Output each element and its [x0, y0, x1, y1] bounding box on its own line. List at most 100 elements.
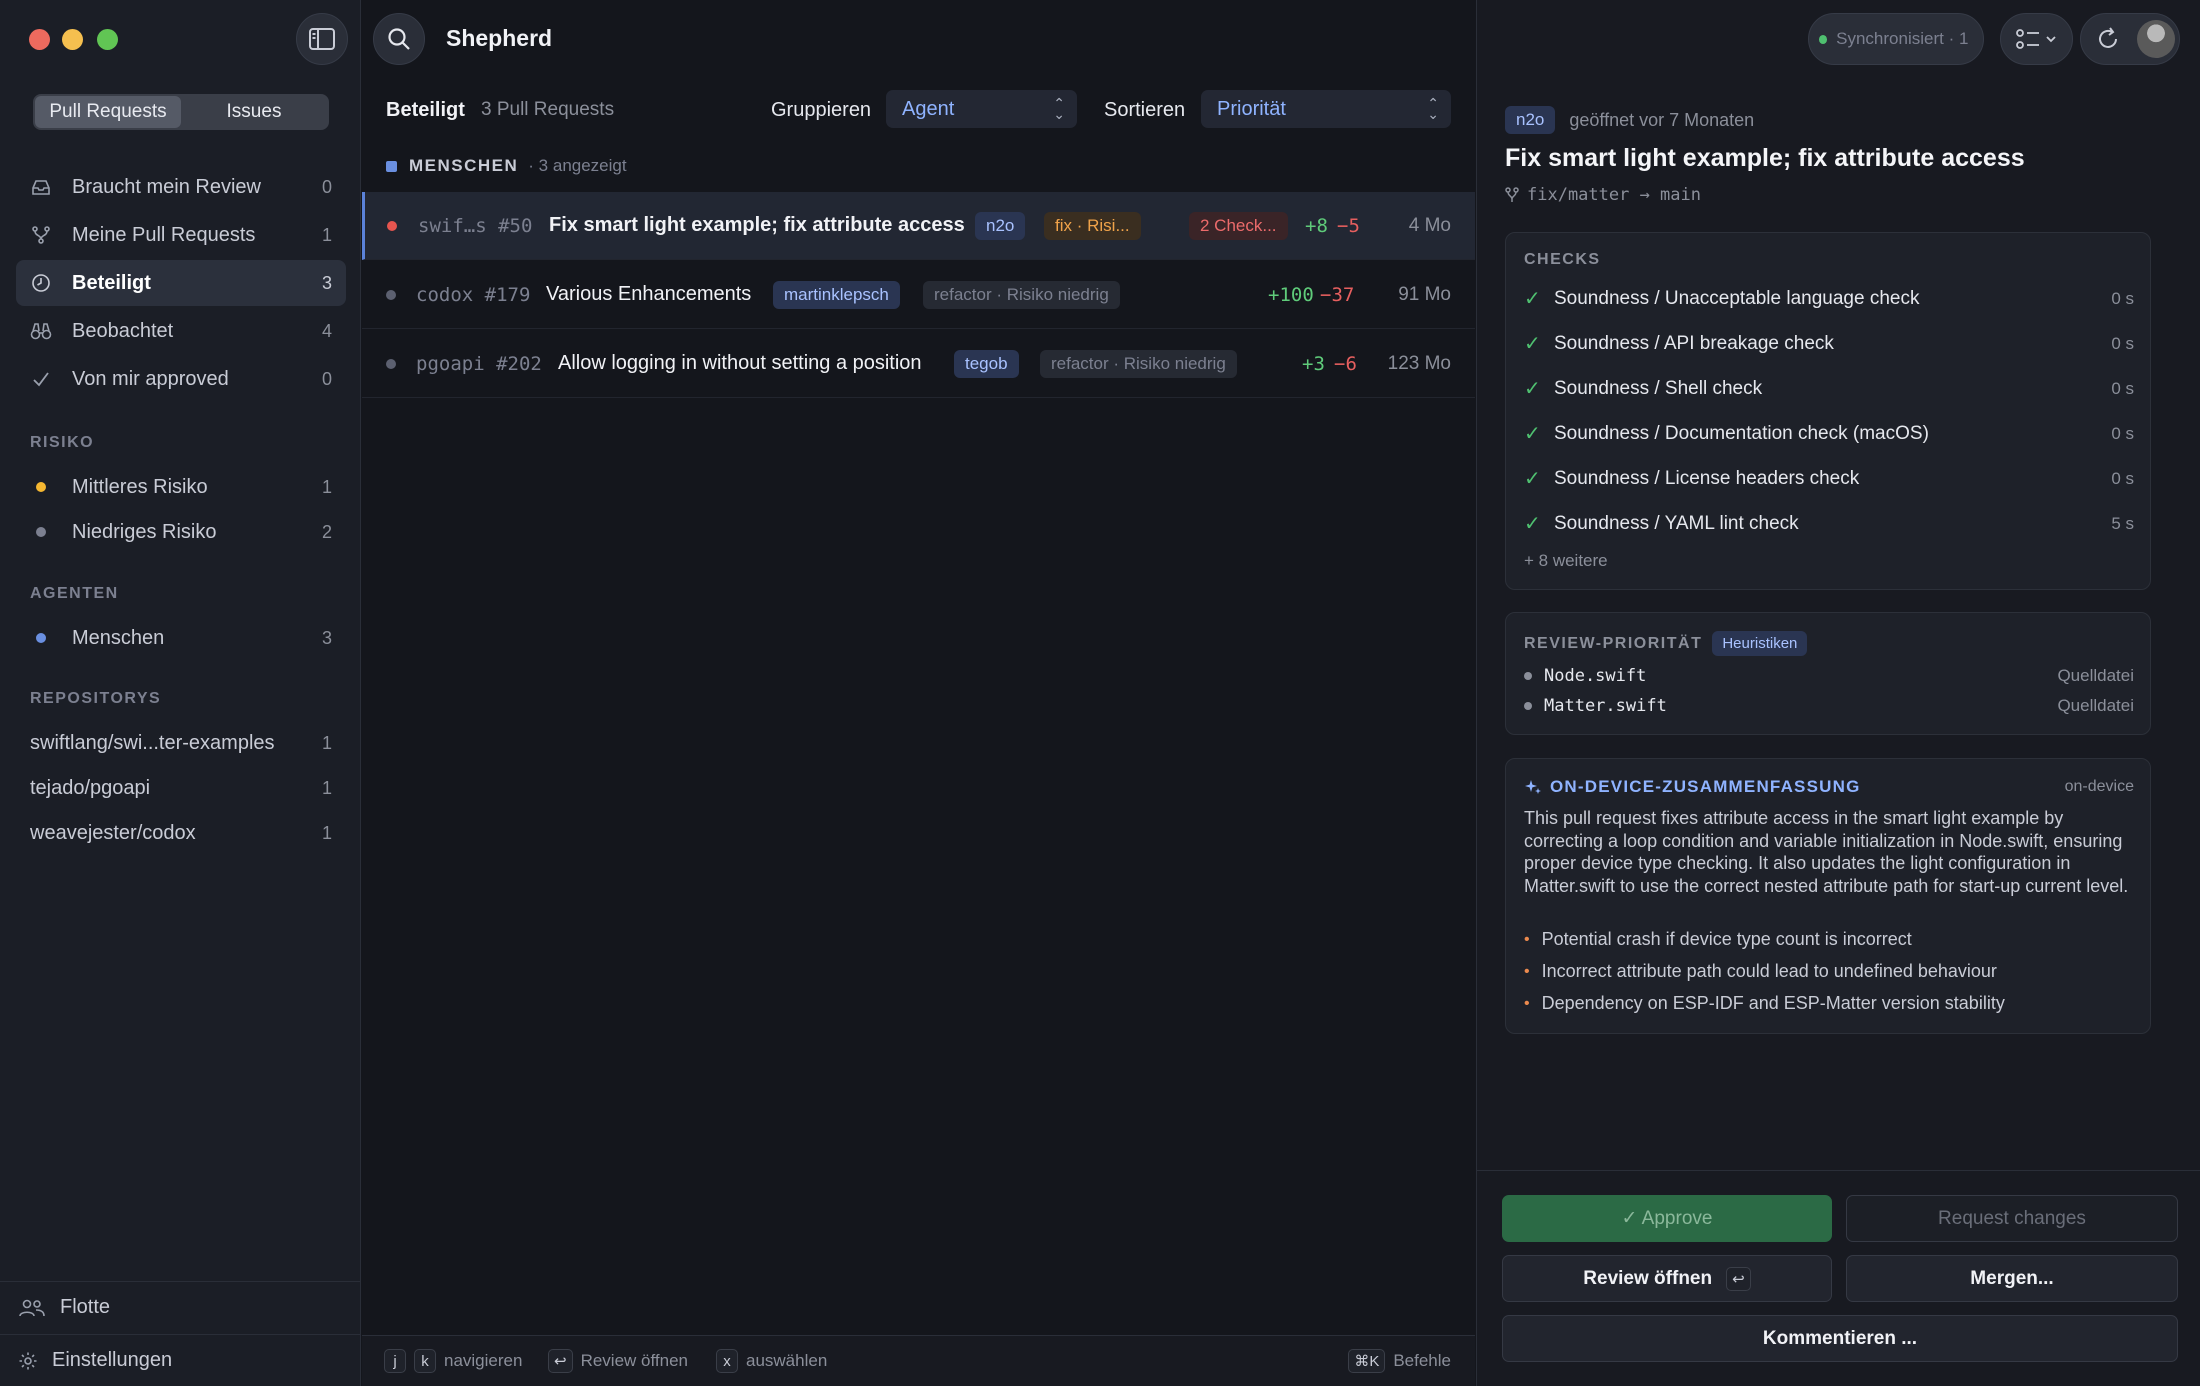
pull-request-list-pane: Shepherd Beteiligt 3 Pull Requests Grupp… — [362, 0, 1475, 1386]
sidebar-item-count: 0 — [321, 368, 332, 389]
hint-navigate: j k navigieren — [384, 1349, 522, 1373]
pr-age: 123 Mo — [1387, 352, 1451, 374]
kbd-k: k — [414, 1349, 436, 1373]
sidebar-item-count: 3 — [321, 272, 332, 293]
pull-request-row[interactable]: codox #179 Various Enhancements martinkl… — [362, 261, 1475, 329]
hint-select: x auswählen — [716, 1349, 827, 1373]
search-button[interactable] — [373, 13, 425, 65]
check-duration: 0 s — [2111, 333, 2134, 353]
sidebar-item-repo[interactable]: tejado/pgoapi 1 — [16, 765, 346, 811]
sidebar-item-label: tejado/pgoapi — [30, 776, 151, 799]
agent-dot-icon — [30, 627, 52, 649]
file-row[interactable]: Matter.swift Quelldatei — [1524, 696, 2134, 716]
bullet-icon — [1524, 672, 1532, 680]
check-pass-icon: ✓ — [1524, 378, 1541, 400]
pr-title: Allow logging in without setting a posit… — [558, 352, 922, 374]
sort-select[interactable]: Priorität ⌃ ⌄ — [1201, 90, 1451, 128]
checks-label: CHECKS — [1524, 251, 1601, 268]
sync-status-button[interactable]: Synchronisiert · 1 m — [1808, 13, 1984, 65]
check-row[interactable]: ✓ Soundness / Documentation check (macOS… — [1524, 421, 2134, 446]
zoom-window-button[interactable] — [97, 29, 118, 50]
pr-title: Various Enhancements — [546, 283, 752, 305]
pr-checks-badge: 2 Check... — [1189, 211, 1288, 240]
bullet-icon — [1524, 702, 1532, 710]
pr-deletions: −37 — [1320, 283, 1355, 306]
clock-icon — [30, 272, 52, 294]
check-duration: 0 s — [2111, 468, 2134, 488]
check-row[interactable]: ✓ Soundness / License headers check 0 s — [1524, 466, 2134, 491]
summary-bullet: • Dependency on ESP-IDF and ESP-Matter v… — [1524, 993, 2136, 1014]
group-count: · 3 angezeigt — [528, 156, 627, 175]
risk-dot-icon — [30, 521, 52, 543]
approve-button[interactable]: ✓ Approve — [1502, 1195, 1832, 1242]
status-dot-icon — [387, 220, 397, 231]
check-row[interactable]: ✓ Soundness / Shell check 0 s — [1524, 376, 2134, 401]
fleet-button[interactable]: Flotte — [0, 1281, 361, 1333]
segment-pull-requests[interactable]: Pull Requests — [35, 96, 181, 128]
bullet-icon: • — [1524, 994, 1530, 1012]
heuristics-badge: Heuristiken — [1712, 631, 1808, 656]
summary-header: ON-DEVICE-ZUSAMMENFASSUNG on-device — [1524, 777, 2134, 797]
sidebar-item-my-pull-requests[interactable]: Meine Pull Requests 1 — [16, 212, 346, 258]
file-row[interactable]: Node.swift Quelldatei — [1524, 666, 2134, 686]
hint-navigate-label: navigieren — [444, 1351, 523, 1370]
app-title: Shepherd — [446, 25, 553, 51]
merge-button[interactable]: Mergen... — [1846, 1255, 2178, 1302]
avatar[interactable] — [2137, 20, 2175, 58]
settings-button[interactable]: Einstellungen — [0, 1334, 361, 1386]
segment-issues[interactable]: Issues — [181, 96, 327, 128]
check-pass-icon: ✓ — [1524, 423, 1541, 445]
sidebar-item-involved[interactable]: Beteiligt 3 — [16, 260, 346, 306]
pull-request-row[interactable]: pgoapi #202 Allow logging in without set… — [362, 330, 1475, 398]
check-duration: 5 s — [2111, 513, 2134, 533]
checkmark-icon — [30, 368, 52, 390]
people-icon — [18, 1298, 46, 1318]
pr-branch-text: fix/matter → main — [1527, 185, 1701, 205]
pr-age: 91 Mo — [1398, 283, 1451, 305]
sidebar-toggle-button[interactable] — [296, 13, 348, 65]
pull-request-row[interactable]: swif…s #50 Fix smart light example; fix … — [362, 192, 1475, 260]
refresh-and-account-group — [2080, 13, 2180, 65]
pr-detail-title: Fix smart light example; fix attribute a… — [1505, 144, 2025, 172]
branch-icon — [1505, 187, 1519, 202]
check-row[interactable]: ✓ Soundness / Unacceptable language chec… — [1524, 286, 2134, 311]
sidebar-item-low-risk[interactable]: Niedriges Risiko 2 — [16, 509, 346, 555]
sidebar-item-repo[interactable]: weavejester/codox 1 — [16, 810, 346, 856]
refresh-icon[interactable] — [2095, 26, 2121, 52]
summary-tag: on-device — [2064, 778, 2134, 795]
section-label-repositories: REPOSITORYS — [30, 690, 162, 707]
summary-label: ON-DEVICE-ZUSAMMENFASSUNG — [1550, 777, 1861, 796]
sidebar-icon — [309, 28, 335, 50]
check-row[interactable]: ✓ Soundness / YAML lint check 5 s — [1524, 511, 2134, 536]
open-review-button[interactable]: Review öffnen ↩ — [1502, 1255, 1832, 1302]
checks-more-link[interactable]: + 8 weitere — [1524, 551, 1608, 571]
git-merge-icon — [30, 224, 52, 246]
request-changes-button[interactable]: Request changes — [1846, 1195, 2178, 1242]
sort-label: Sortieren — [1104, 99, 1186, 121]
hint-open-label: Review öffnen — [580, 1351, 688, 1370]
sidebar-item-repo[interactable]: swiftlang/swi...ter-examples 1 — [16, 720, 346, 766]
sidebar-item-humans[interactable]: Menschen 3 — [16, 615, 346, 661]
minimize-window-button[interactable] — [62, 29, 83, 50]
sidebar-item-count: 1 — [321, 822, 332, 843]
review-actions: ✓ Approve Request changes Review öffnen … — [1477, 1170, 2200, 1386]
check-name: Soundness / API breakage check — [1554, 332, 1834, 354]
pr-author-badge: n2o — [975, 211, 1026, 240]
check-row[interactable]: ✓ Soundness / API breakage check 0 s — [1524, 331, 2134, 356]
keyboard-hints-bar: j k navigieren ↩ Review öffnen x auswähl… — [362, 1335, 1475, 1386]
kbd-x: x — [716, 1349, 738, 1373]
check-duration: 0 s — [2111, 423, 2134, 443]
sidebar-item-approved-by-me[interactable]: Von mir approved 0 — [16, 356, 346, 402]
sidebar-item-medium-risk[interactable]: Mittleres Risiko 1 — [16, 464, 346, 510]
binoculars-icon — [30, 320, 52, 342]
hint-select-label: auswählen — [746, 1351, 828, 1370]
group-by-select[interactable]: Agent ⌃ ⌄ — [886, 90, 1077, 128]
risk-dot-icon — [30, 476, 52, 498]
view-options-button[interactable] — [2000, 13, 2073, 65]
pr-opened-text: geöffnet vor 7 Monaten — [1569, 109, 1755, 130]
open-review-label: Review öffnen — [1583, 1267, 1713, 1289]
sidebar-item-watched[interactable]: Beobachtet 4 — [16, 308, 346, 354]
sidebar-item-needs-review[interactable]: Braucht mein Review 0 — [16, 164, 346, 210]
close-window-button[interactable] — [29, 29, 50, 50]
comment-button[interactable]: Kommentieren ... — [1502, 1315, 2178, 1362]
